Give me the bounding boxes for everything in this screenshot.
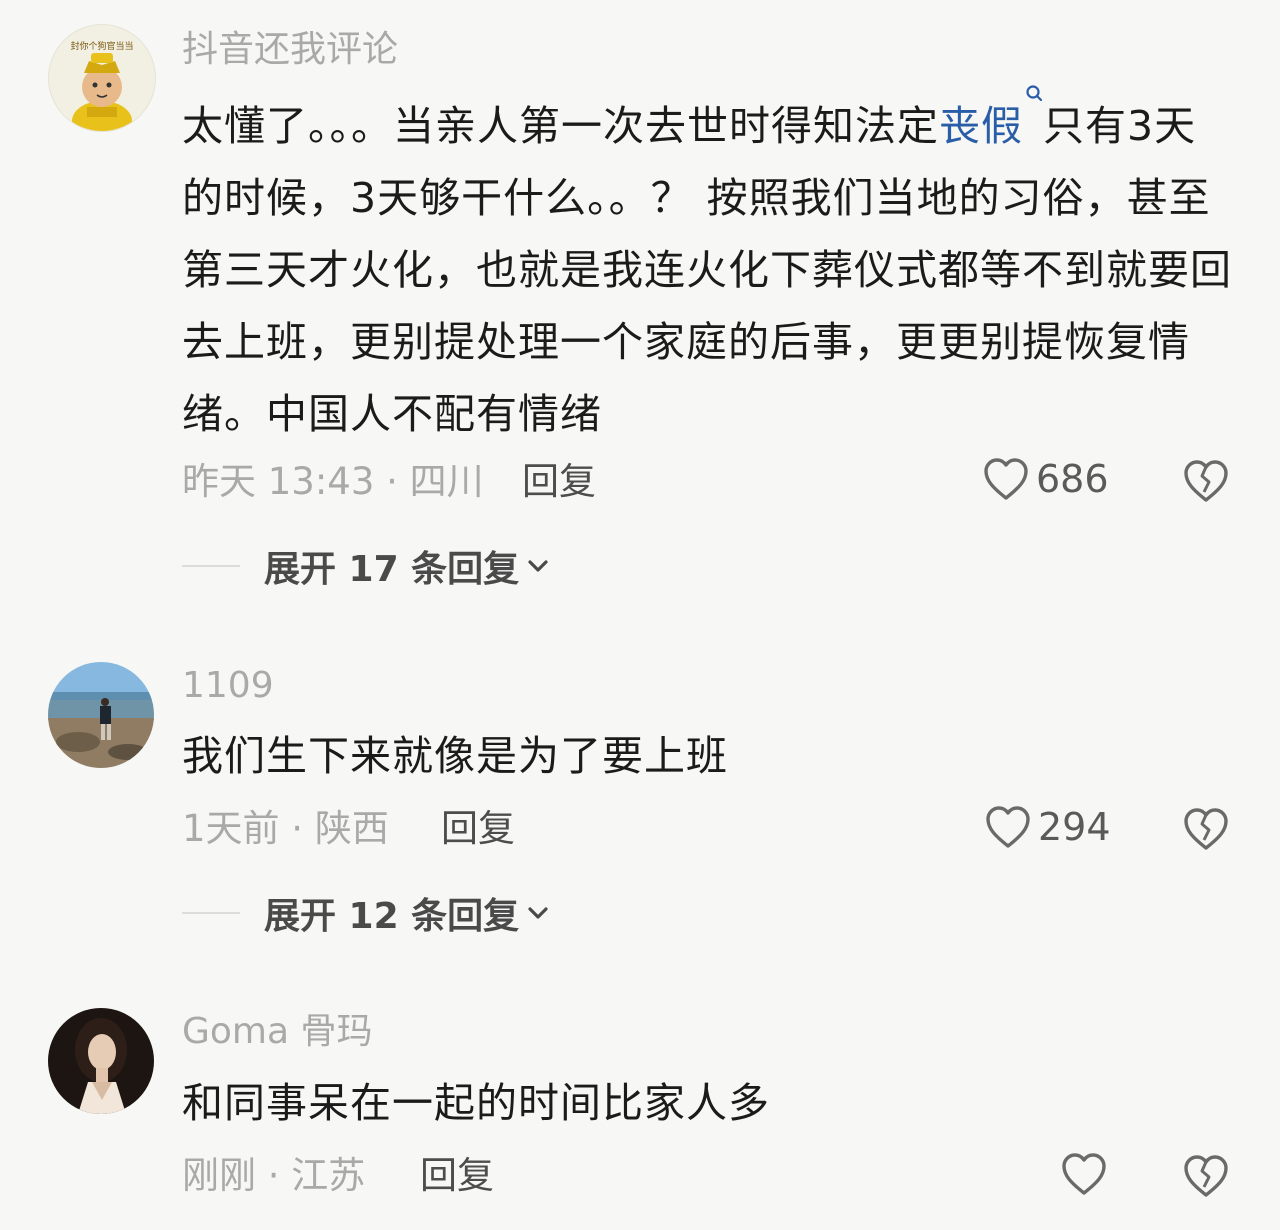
heart-outline-icon: [986, 806, 1030, 848]
comment-username[interactable]: Goma 骨玛: [182, 1010, 373, 1054]
avatar-caption: 封你个狗官当当: [70, 40, 133, 52]
avatar[interactable]: 封你个狗官当当: [48, 24, 156, 132]
reply-button[interactable]: 回复: [522, 460, 596, 504]
comment-username[interactable]: 抖音还我评论: [182, 28, 398, 72]
search-term-link[interactable]: 丧假: [939, 102, 1023, 150]
like-count: 686: [1036, 457, 1109, 501]
comment-text-part: 太懂了。。。当亲人第一次去世时得知法定: [182, 102, 939, 150]
expand-replies-button[interactable]: 展开 12 条回复: [182, 887, 551, 939]
like-button[interactable]: [1060, 1151, 1114, 1197]
broken-heart-icon[interactable]: [1182, 806, 1230, 852]
comment-text-part: 只有3天的时候，3天够干什么。。？ 按照我们当地的习俗，甚至第三天才火化，也就是…: [182, 102, 1232, 438]
reply-button[interactable]: 回复: [441, 807, 515, 851]
like-button[interactable]: 294: [984, 804, 1111, 850]
comment-meta: 1天前 · 陕西: [182, 807, 389, 850]
expand-replies-label: 展开 12 条回复: [264, 896, 520, 937]
broken-heart-icon[interactable]: [1182, 458, 1230, 504]
divider-line: [182, 565, 240, 567]
avatar[interactable]: [48, 662, 154, 768]
reply-button[interactable]: 回复: [420, 1154, 494, 1198]
expand-replies-label: 展开 17 条回复: [264, 549, 520, 590]
expand-replies-button[interactable]: 展开 17 条回复: [182, 540, 551, 592]
heart-outline-icon: [1062, 1153, 1106, 1195]
avatar[interactable]: [48, 1008, 154, 1114]
comment-text: 我们生下来就像是为了要上班: [182, 732, 728, 780]
chevron-down-icon: [528, 907, 548, 919]
broken-heart-icon[interactable]: [1182, 1153, 1230, 1199]
divider-line: [182, 912, 240, 914]
like-button[interactable]: 686: [982, 456, 1109, 502]
comment-username[interactable]: 1109: [182, 664, 274, 708]
heart-outline-icon: [984, 458, 1028, 500]
chevron-down-icon: [528, 560, 548, 572]
comment-meta: 刚刚 · 江苏: [182, 1154, 366, 1197]
comment-meta: 昨天 13:43 · 四川: [182, 460, 484, 503]
comment-text: 和同事呆在一起的时间比家人多: [182, 1079, 770, 1127]
comment-text: 太懂了。。。当亲人第一次去世时得知法定丧假 只有3天的时候，3天够干什么。。？ 按…: [182, 84, 1232, 450]
like-count: 294: [1038, 805, 1111, 849]
search-icon[interactable]: [1025, 84, 1043, 106]
